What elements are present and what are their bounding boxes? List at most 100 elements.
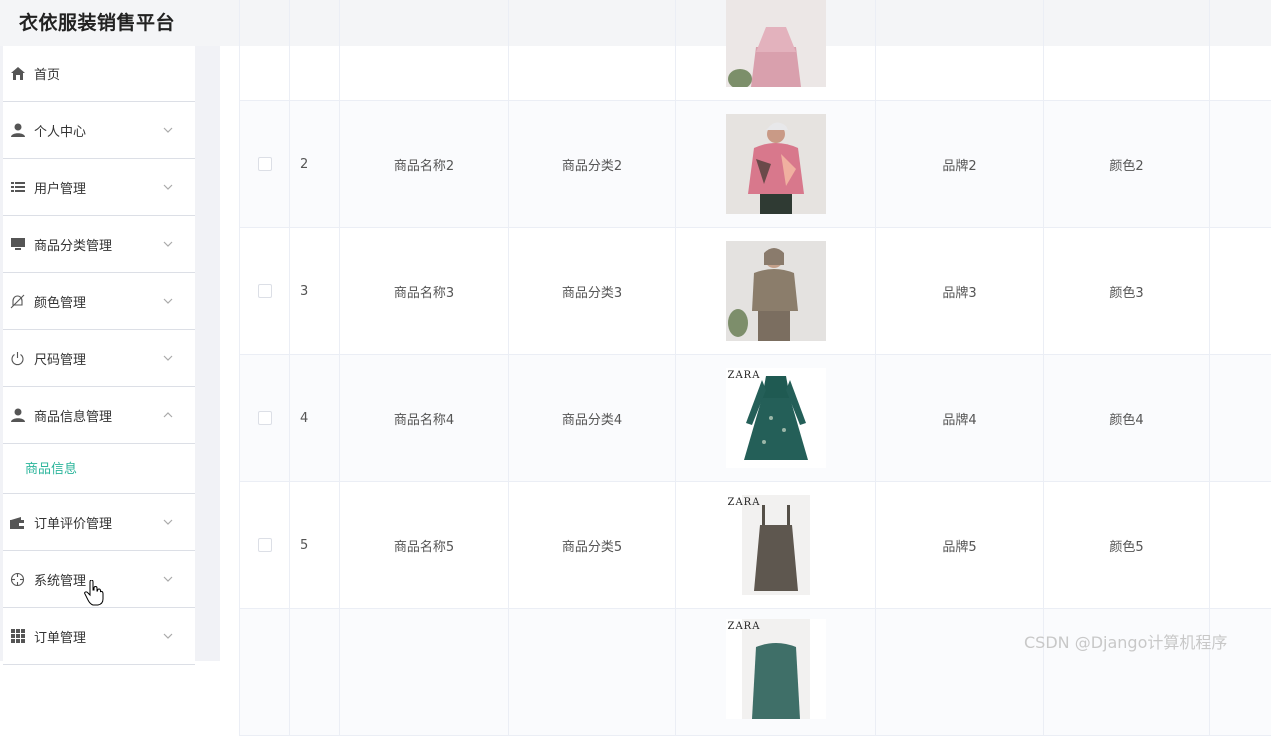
bell-off-icon [10,294,25,309]
sidebar-item-label: 系统管理 [34,573,87,589]
action-cell [1210,228,1271,354]
chevron-down-icon [163,298,173,304]
product-image[interactable]: ZARA [725,495,826,595]
row-checkbox[interactable] [257,284,272,298]
sidebar-item-label: 商品信息管理 [34,409,113,425]
image-cell: ZARA [676,355,876,481]
sidebar-item-home[interactable]: 首页 [3,46,195,102]
color-cell [1044,0,1210,100]
brand-cell: 品牌2 [876,101,1044,227]
name-cell [340,609,509,735]
index-cell [290,0,340,100]
crosshair-icon [10,572,25,587]
brand-cell [876,0,1044,100]
sidebar-menu: 首页 个人中心 用户管理 商品分类管理 颜色管理 尺码管理 商品信息管理 商品信… [3,46,195,665]
watermark: CSDN @Django计算机程序 [1024,633,1228,652]
sidebar-subitem-product-info[interactable]: 商品信息 [3,444,195,494]
chevron-down-icon [163,519,173,525]
index-cell [290,609,340,735]
action-cell [1210,482,1271,608]
chevron-down-icon [163,355,173,361]
sidebar-item-profile[interactable]: 个人中心 [3,102,195,159]
sidebar-item-label: 商品分类管理 [34,238,113,254]
image-cell: ZARA [676,482,876,608]
table-row: 3 商品名称3 商品分类3 品牌3 颜色3 [239,228,1271,355]
brand-logo: ZARA [727,621,761,632]
sidebar-item-label: 尺码管理 [34,352,87,368]
row-checkbox[interactable] [257,157,272,171]
grid-icon [10,629,25,644]
sidebar-item-order-review[interactable]: 订单评价管理 [3,494,195,551]
user-icon [10,123,25,138]
product-image[interactable]: ZARA [725,619,826,719]
index-cell: 5 [290,482,340,608]
chevron-down-icon [163,633,173,639]
main-content: 2 商品名称2 商品分类2 品牌2 颜色2 3 商品名称3 商品分类3 品牌3 … [220,0,1271,736]
sidebar-item-label: 订单管理 [34,630,87,646]
brand-cell: 品牌3 [876,228,1044,354]
table-row: 2 商品名称2 商品分类2 品牌2 颜色2 [239,101,1271,228]
sidebar-item-category[interactable]: 商品分类管理 [3,216,195,273]
category-cell: 商品分类3 [509,228,676,354]
checkbox-cell [240,101,290,227]
home-icon [10,66,25,81]
brand-logo: ZARA [727,370,761,381]
sidebar-item-label: 颜色管理 [34,295,87,311]
brand-cell [876,609,1044,735]
sidebar-item-label: 个人中心 [34,124,87,140]
color-cell: 颜色4 [1044,355,1210,481]
category-cell [509,0,676,100]
category-cell: 商品分类4 [509,355,676,481]
category-cell [509,609,676,735]
product-image[interactable] [725,241,826,341]
name-cell: 商品名称3 [340,228,509,354]
sidebar-item-size[interactable]: 尺码管理 [3,330,195,387]
name-cell [340,0,509,100]
chevron-down-icon [163,576,173,582]
sidebar-item-label: 订单评价管理 [34,516,113,532]
name-cell: 商品名称2 [340,101,509,227]
color-cell: 颜色5 [1044,482,1210,608]
sidebar-item-color[interactable]: 颜色管理 [3,273,195,330]
product-image[interactable] [725,0,826,87]
sidebar-item-label: 用户管理 [34,181,87,197]
sidebar-item-users[interactable]: 用户管理 [3,159,195,216]
name-cell: 商品名称4 [340,355,509,481]
color-cell: 颜色3 [1044,228,1210,354]
chevron-down-icon [163,184,173,190]
checkbox-cell [240,0,290,100]
sidebar: 首页 个人中心 用户管理 商品分类管理 颜色管理 尺码管理 商品信息管理 商品信… [0,46,220,665]
brand-logo: ZARA [727,497,761,508]
sidebar-subitem-label: 商品信息 [25,462,78,477]
sidebar-item-orders[interactable]: 订单管理 [3,608,195,665]
table-row: 5 商品名称5 商品分类5 ZARA 品牌5 颜色5 [239,482,1271,609]
category-cell: 商品分类2 [509,101,676,227]
index-cell: 3 [290,228,340,354]
app-title: 衣依服装销售平台 [19,12,176,34]
product-image[interactable] [725,114,826,214]
checkbox-cell [240,228,290,354]
chevron-down-icon [163,241,173,247]
image-cell [676,101,876,227]
user-icon [10,408,25,423]
product-image[interactable]: ZARA [725,368,826,468]
chevron-up-icon [163,412,173,418]
row-checkbox[interactable] [257,411,272,425]
image-cell [676,228,876,354]
checkbox-cell [240,355,290,481]
brand-cell: 品牌5 [876,482,1044,608]
table-row [239,0,1271,101]
image-cell: ZARA [676,609,876,735]
row-checkbox[interactable] [257,538,272,552]
brand-cell: 品牌4 [876,355,1044,481]
sidebar-item-product-info[interactable]: 商品信息管理 [3,387,195,444]
index-cell: 4 [290,355,340,481]
index-cell: 2 [290,101,340,227]
checkbox-cell [240,482,290,608]
checkbox-cell [240,609,290,735]
action-cell [1210,609,1271,735]
action-cell [1210,0,1271,100]
color-cell [1044,609,1210,735]
image-cell [676,0,876,100]
action-cell [1210,101,1271,227]
